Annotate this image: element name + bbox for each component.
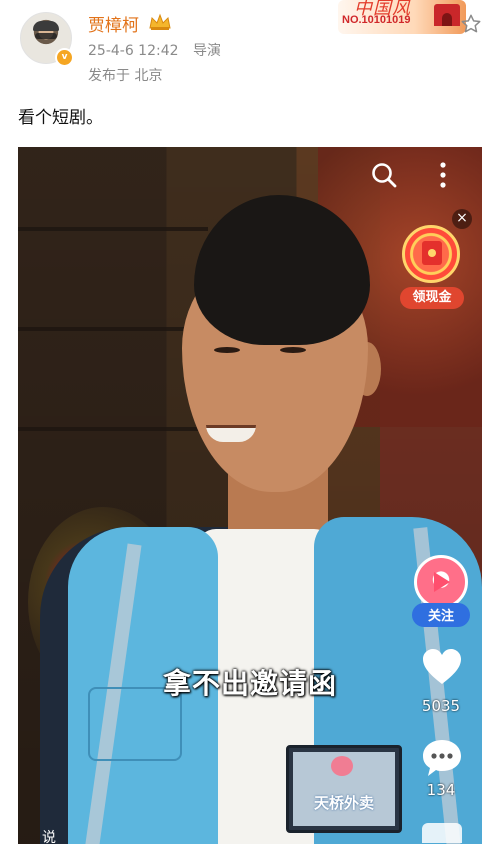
like-count: 5035 — [421, 697, 461, 715]
creator-avatar[interactable] — [414, 555, 468, 609]
share-icon[interactable] — [422, 823, 462, 843]
follow-button[interactable]: 关注 — [412, 603, 470, 627]
name-badge: 天桥外卖 — [286, 745, 402, 833]
author-name[interactable]: 贾樟柯 — [88, 11, 139, 36]
post-text: 看个短剧。 — [18, 108, 103, 128]
avatar-glasses — [35, 33, 57, 39]
heart-icon[interactable] — [421, 647, 463, 687]
post-meta: 25-4-6 12:42 导演 — [88, 40, 221, 60]
actor-hair — [194, 195, 370, 345]
fan-badge-number: NO.10101019 — [342, 14, 411, 26]
fan-number-badge[interactable]: 中国风 NO.10101019 — [338, 0, 466, 34]
actor-eye — [280, 347, 306, 353]
crown-icon — [149, 13, 171, 30]
red-packet-button[interactable] — [402, 225, 460, 283]
badge-logo-icon — [331, 756, 353, 776]
claim-cash-label[interactable]: 领现金 — [400, 287, 464, 309]
post-location: 发布于 北京 — [88, 68, 163, 84]
post-timestamp: 25-4-6 12:42 — [88, 43, 179, 59]
comment-count: 134 — [426, 781, 456, 799]
star-outline-icon[interactable] — [460, 13, 482, 35]
play-circle-icon — [434, 572, 450, 592]
video-player[interactable]: 天桥外卖 拿不出邀请函 × 领现金 关注 5035 134 说 — [18, 147, 482, 844]
name-badge-text: 天桥外卖 — [313, 794, 374, 812]
more-vertical-icon[interactable] — [438, 161, 448, 189]
author-role: 导演 — [192, 43, 221, 59]
video-subtitle: 拿不出邀请函 — [162, 667, 337, 700]
close-icon[interactable]: × — [452, 209, 472, 229]
post-header: v 贾樟柯 25-4-6 12:42 导演 发布于 北京 中国风 NO.1010… — [0, 0, 500, 90]
search-icon[interactable] — [370, 161, 398, 189]
verified-badge-icon: v — [55, 48, 74, 67]
red-packet-icon — [422, 241, 442, 265]
comment-bubble-icon[interactable] — [420, 737, 464, 779]
bottom-caption-peek: 说 — [42, 830, 56, 844]
actor-eye — [214, 347, 240, 353]
gate-icon — [434, 4, 460, 26]
avatar-cap — [33, 21, 59, 31]
